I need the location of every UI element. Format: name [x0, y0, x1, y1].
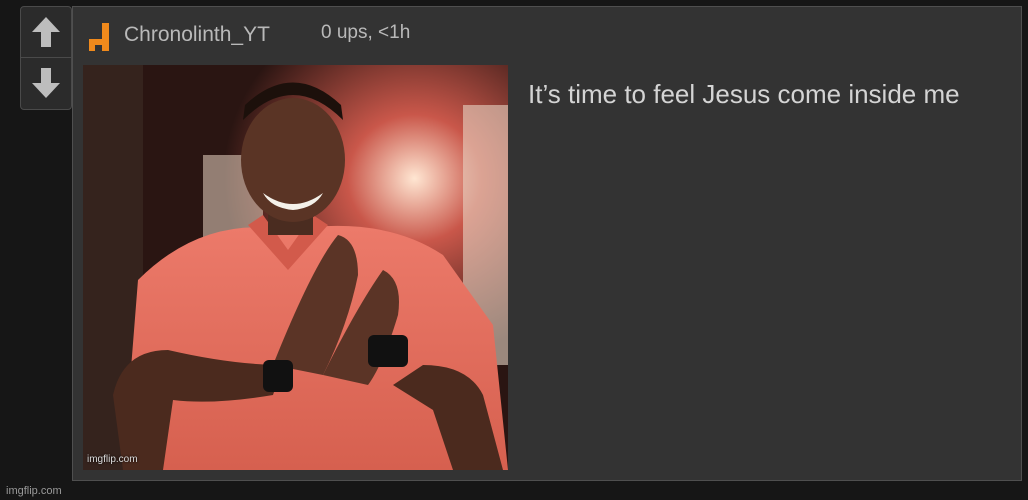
- user-avatar-icon[interactable]: [87, 23, 111, 51]
- image-watermark: imgflip.com: [87, 454, 138, 465]
- comment-card: Chronolinth_YT 0 ups, <1h imgflip.com It…: [72, 6, 1022, 481]
- site-watermark: imgflip.com: [6, 485, 62, 497]
- comment-text: It’s time to feel Jesus come inside me: [528, 79, 960, 109]
- vote-column: [20, 6, 72, 110]
- comment-username[interactable]: Chronolinth_YT: [124, 23, 270, 47]
- comment-meta: 0 ups, <1h: [321, 22, 411, 43]
- comment-image: imgflip.com: [83, 65, 508, 470]
- meme-photo: [83, 65, 508, 470]
- downvote-button[interactable]: [21, 58, 71, 108]
- arrow-up-icon: [32, 17, 60, 47]
- arrow-down-icon: [32, 68, 60, 98]
- upvote-button[interactable]: [21, 7, 71, 58]
